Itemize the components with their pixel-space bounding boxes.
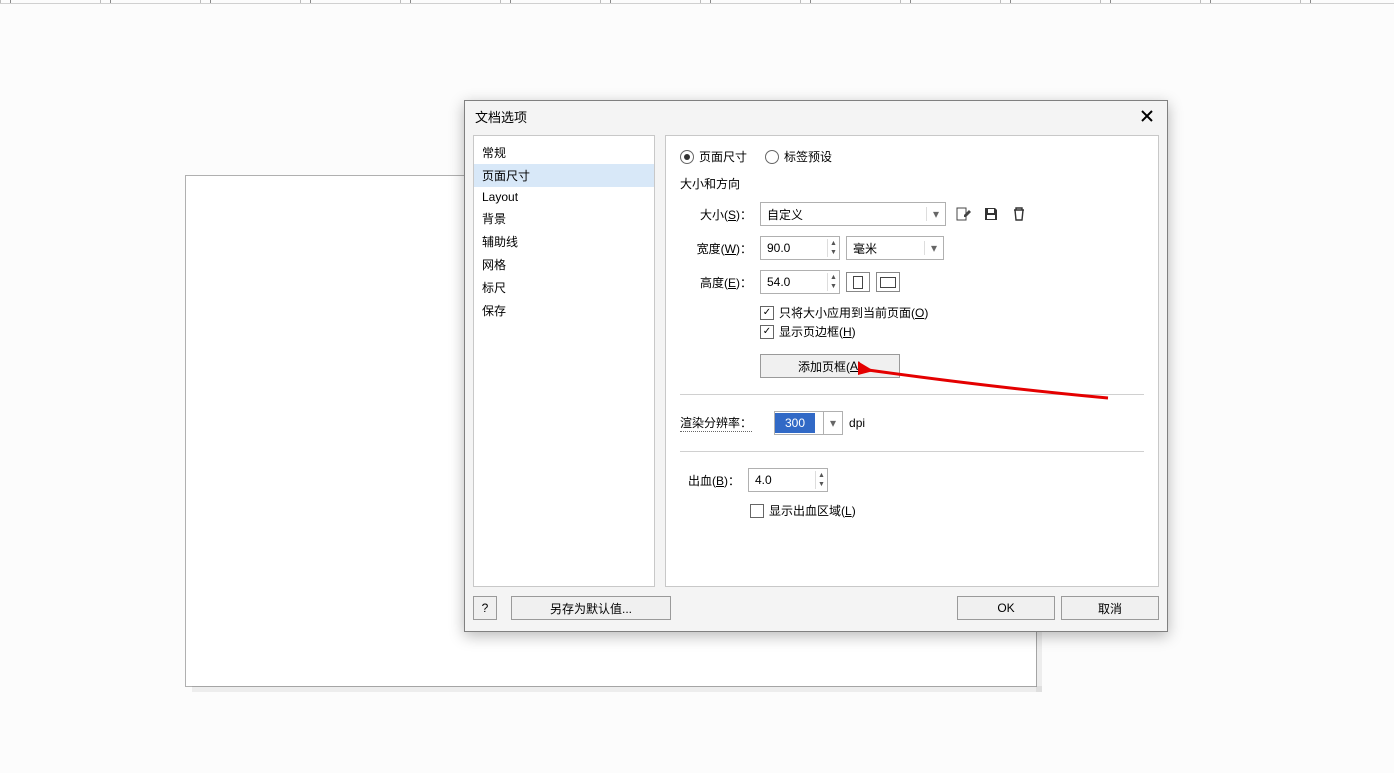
render-resolution-input[interactable] <box>775 413 815 433</box>
nav-item-guides[interactable]: 辅助线 <box>474 230 654 253</box>
width-down[interactable]: ▼ <box>828 248 839 257</box>
width-label: 宽度(W)： <box>680 240 752 257</box>
size-orientation-heading: 大小和方向 <box>680 175 1144 192</box>
nav-item-layout[interactable]: Layout <box>474 187 654 207</box>
checkbox-show-page-border[interactable]: 显示页边框(H) <box>760 323 1144 340</box>
horizontal-ruler <box>0 0 1394 4</box>
page-edit-icon <box>955 206 971 222</box>
edit-preset-button[interactable] <box>952 203 974 225</box>
bleed-down[interactable]: ▼ <box>816 480 827 489</box>
nav-item-background[interactable]: 背景 <box>474 207 654 230</box>
divider <box>680 451 1144 452</box>
orientation-portrait[interactable] <box>846 272 870 292</box>
dialog-title: 文档选项 <box>475 107 527 126</box>
nav-item-page-size[interactable]: 页面尺寸 <box>474 164 654 187</box>
dpi-unit: dpi <box>849 416 865 430</box>
size-label: 大小(S)： <box>680 206 752 223</box>
close-icon <box>1140 109 1154 123</box>
checkbox-show-bleed-area[interactable]: 显示出血区域(L) <box>750 502 1144 519</box>
divider <box>680 394 1144 395</box>
dialog-footer: ? 另存为默认值... OK 取消 <box>473 593 1159 623</box>
checkbox-apply-current-page[interactable]: 只将大小应用到当前页面(O) <box>760 304 1144 321</box>
chevron-down-icon: ▾ <box>926 207 945 221</box>
bleed-input[interactable] <box>749 470 815 490</box>
radio-label-preset[interactable]: 标签预设 <box>765 148 832 165</box>
bleed-spinner[interactable]: ▲▼ <box>748 468 828 492</box>
document-options-dialog: 文档选项 常规 页面尺寸 Layout 背景 辅助线 网格 标尺 保存 <box>464 100 1168 632</box>
chevron-down-icon: ▾ <box>924 241 943 255</box>
render-resolution-dropdown[interactable]: ▾ <box>824 411 843 435</box>
height-input[interactable] <box>761 272 827 292</box>
radio-page-size[interactable]: 页面尺寸 <box>680 148 747 165</box>
height-spinner[interactable]: ▲▼ <box>760 270 840 294</box>
save-preset-button[interactable] <box>980 203 1002 225</box>
close-button[interactable] <box>1137 106 1157 126</box>
render-resolution-spinner[interactable] <box>774 411 824 435</box>
width-spinner[interactable]: ▲▼ <box>760 236 840 260</box>
help-button[interactable]: ? <box>473 596 497 620</box>
nav-item-general[interactable]: 常规 <box>474 141 654 164</box>
category-list: 常规 页面尺寸 Layout 背景 辅助线 网格 标尺 保存 <box>473 135 655 587</box>
settings-panel: 页面尺寸 标签预设 大小和方向 大小(S)： 自定义 ▾ <box>665 135 1159 587</box>
bleed-up[interactable]: ▲ <box>816 471 827 480</box>
ok-button[interactable]: OK <box>957 596 1055 620</box>
height-up[interactable]: ▲ <box>828 273 839 282</box>
size-combo[interactable]: 自定义 ▾ <box>760 202 946 226</box>
trash-icon <box>1011 206 1027 222</box>
bleed-label: 出血(B)： <box>680 472 740 489</box>
nav-item-save[interactable]: 保存 <box>474 299 654 322</box>
cancel-button[interactable]: 取消 <box>1061 596 1159 620</box>
unit-combo[interactable]: 毫米 ▾ <box>846 236 944 260</box>
add-page-frame-button[interactable]: 添加页框(A) <box>760 354 900 378</box>
width-input[interactable] <box>761 238 827 258</box>
dialog-titlebar: 文档选项 <box>465 101 1167 131</box>
nav-item-rulers[interactable]: 标尺 <box>474 276 654 299</box>
save-icon <box>983 206 999 222</box>
orientation-landscape[interactable] <box>876 272 900 292</box>
delete-preset-button[interactable] <box>1008 203 1030 225</box>
nav-item-grid[interactable]: 网格 <box>474 253 654 276</box>
height-down[interactable]: ▼ <box>828 282 839 291</box>
width-up[interactable]: ▲ <box>828 239 839 248</box>
render-resolution-label: 渲染分辨率： <box>680 414 752 432</box>
save-as-defaults-button[interactable]: 另存为默认值... <box>511 596 671 620</box>
height-label: 高度(E)： <box>680 274 752 291</box>
